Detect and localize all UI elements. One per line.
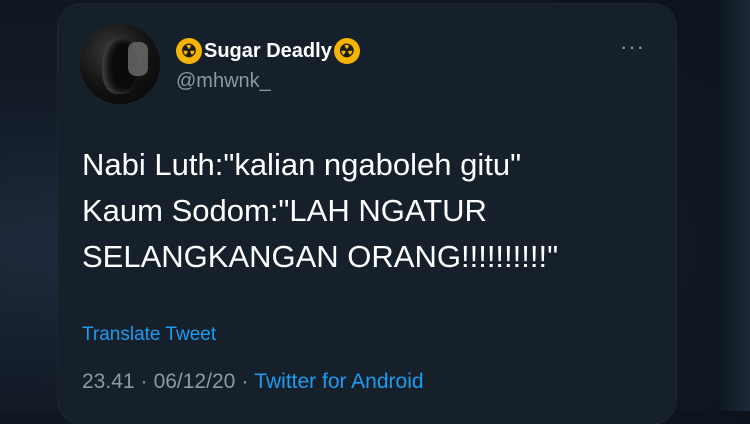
tweet-card: ☢ Sugar Deadly ☢ @mhwnk_ ··· Nabi Luth:"… [58,4,676,424]
avatar-hand [128,42,148,76]
more-options-icon[interactable]: ··· [620,34,645,60]
radioactive-icon: ☢ [333,38,360,64]
translate-tweet-link[interactable]: Translate Tweet [82,324,216,346]
tweet-date[interactable]: 06/12/20 [154,370,236,394]
display-name[interactable]: Sugar Deadly [204,40,332,63]
tweet-text: Nabi Luth:"kalian ngaboleh gitu" Kaum So… [82,142,662,280]
tweet-line: SELANGKANGAN ORANG!!!!!!!!!!" [82,239,559,274]
tweet-line: Kaum Sodom:"LAH NGATUR [82,193,487,228]
display-name-row[interactable]: ☢ Sugar Deadly ☢ [176,38,360,64]
tweet-time[interactable]: 23.41 [82,370,135,394]
user-handle[interactable]: @mhwnk_ [176,70,271,93]
radioactive-icon: ☢ [176,38,202,64]
tweet-metadata: 23.41 · 06/12/20 · Twitter for Android [82,370,424,394]
tweet-source-link[interactable]: Twitter for Android [254,370,423,394]
separator: · [241,370,249,393]
background-strip [720,0,750,411]
tweet-line: Nabi Luth:"kalian ngaboleh gitu" [82,147,522,182]
separator: · [140,370,148,393]
avatar[interactable] [80,24,160,104]
